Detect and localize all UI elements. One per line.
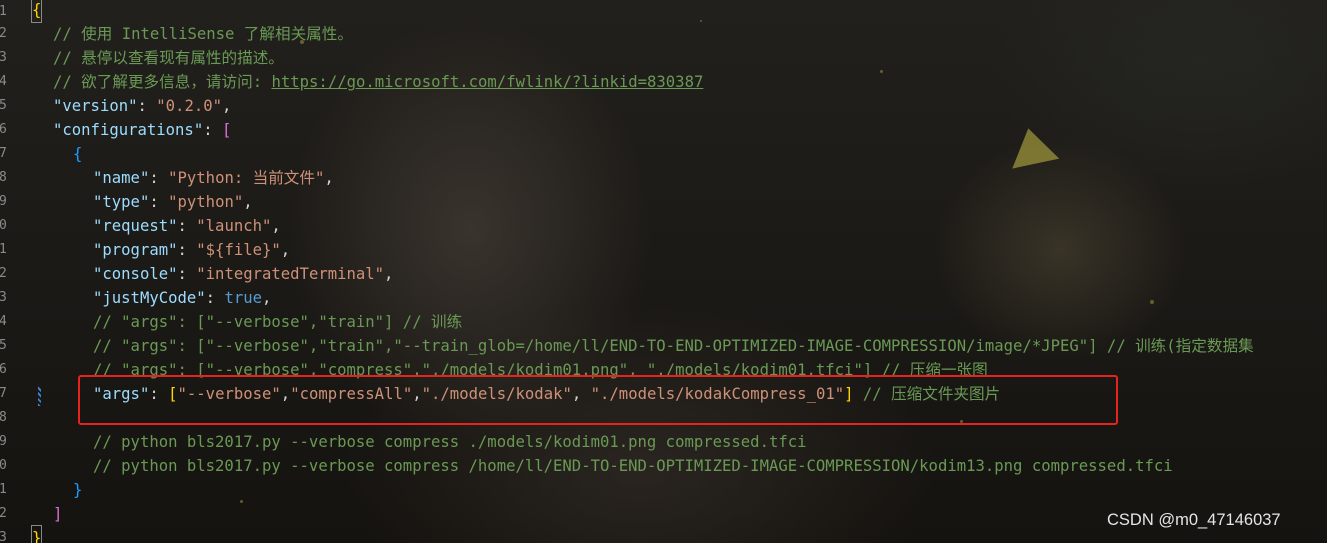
code-line-20[interactable]: // python bls2017.py --verbose compress … bbox=[93, 454, 1173, 478]
json-key: "justMyCode" bbox=[93, 289, 206, 307]
punctuation: , bbox=[280, 241, 291, 259]
comment: // 使用 IntelliSense 了解相关属性。 bbox=[53, 25, 353, 43]
json-key: "type" bbox=[93, 193, 150, 211]
code-line-6[interactable]: "configurations": [ bbox=[53, 118, 231, 142]
punctuation: , bbox=[222, 97, 232, 115]
code-editor[interactable]: 1 2 3 4 5 6 7 8 9 0 1 2 3 4 5 6 7 8 9 0 … bbox=[0, 0, 1327, 543]
comment: // "args": ["--verbose","train","--train… bbox=[93, 337, 1254, 355]
modified-line-indicator bbox=[38, 386, 41, 406]
punctuation: , bbox=[262, 289, 272, 307]
comment: // 欲了解更多信息，请访问: bbox=[53, 73, 272, 91]
line-number: 9 bbox=[0, 194, 7, 209]
json-key: "console" bbox=[93, 265, 178, 283]
line-number: 5 bbox=[0, 338, 7, 353]
json-string-value: "python" bbox=[168, 193, 244, 211]
line-number: 1 bbox=[0, 4, 7, 19]
punctuation: , bbox=[271, 217, 281, 235]
line-number: 3 bbox=[0, 50, 7, 65]
separator: : bbox=[205, 289, 225, 307]
line-number: 0 bbox=[0, 218, 7, 233]
line-number: 8 bbox=[0, 410, 7, 425]
open-brace: { bbox=[30, 0, 43, 23]
line-number: 9 bbox=[0, 434, 7, 449]
code-line-3[interactable]: // 悬停以查看现有属性的描述。 bbox=[53, 46, 284, 70]
code-line-19[interactable]: // python bls2017.py --verbose compress … bbox=[93, 430, 807, 454]
json-boolean-value: true bbox=[224, 289, 263, 307]
line-number: 1 bbox=[0, 242, 7, 257]
code-line-7[interactable]: { bbox=[73, 142, 82, 166]
code-line-2[interactable]: // 使用 IntelliSense 了解相关属性。 bbox=[53, 22, 353, 46]
crown-shape bbox=[1004, 123, 1060, 169]
separator: : bbox=[149, 169, 169, 187]
comment: // "args": ["--verbose","train"] // 训练 bbox=[93, 313, 463, 331]
json-key: "request" bbox=[93, 217, 178, 235]
json-string-value: "launch" bbox=[196, 217, 272, 235]
line-number: 7 bbox=[0, 146, 7, 161]
code-line-1[interactable]: { bbox=[30, 0, 43, 23]
code-line-9[interactable]: "type": "python", bbox=[93, 190, 253, 214]
line-number: 6 bbox=[0, 362, 7, 377]
code-line-23[interactable]: } bbox=[30, 525, 43, 543]
separator: : bbox=[177, 265, 197, 283]
separator: : bbox=[137, 97, 157, 115]
punctuation: , bbox=[384, 265, 394, 283]
highlight-box bbox=[78, 375, 1118, 425]
code-line-4[interactable]: // 欲了解更多信息，请访问: https://go.microsoft.com… bbox=[53, 70, 703, 94]
comment: // 悬停以查看现有属性的描述。 bbox=[53, 49, 284, 67]
separator: : bbox=[177, 217, 197, 235]
open-bracket: [ bbox=[222, 121, 232, 139]
line-number: 2 bbox=[0, 506, 7, 521]
code-line-10[interactable]: "request": "launch", bbox=[93, 214, 281, 238]
docs-link[interactable]: https://go.microsoft.com/fwlink/?linkid=… bbox=[271, 73, 703, 91]
code-line-8[interactable]: "name": "Python: 当前文件", bbox=[93, 166, 334, 190]
close-bracket: ] bbox=[53, 505, 63, 523]
json-string-value: "integratedTerminal" bbox=[196, 265, 385, 283]
line-number-gutter: 1 2 3 4 5 6 7 8 9 0 1 2 3 4 5 6 7 8 9 0 … bbox=[0, 0, 10, 543]
separator: : bbox=[177, 241, 197, 259]
code-line-12[interactable]: "console": "integratedTerminal", bbox=[93, 262, 393, 286]
json-key: "configurations" bbox=[53, 121, 204, 139]
line-number: 4 bbox=[0, 74, 7, 89]
code-line-22[interactable]: ] bbox=[53, 502, 62, 526]
line-number: 7 bbox=[0, 386, 7, 401]
line-number: 6 bbox=[0, 122, 7, 137]
line-number: 0 bbox=[0, 458, 7, 473]
json-string-value: "Python: 当前文件" bbox=[168, 169, 325, 187]
line-number: 3 bbox=[0, 530, 7, 543]
line-number: 8 bbox=[0, 170, 7, 185]
line-number: 3 bbox=[0, 290, 7, 305]
close-brace: } bbox=[30, 525, 43, 543]
close-brace: } bbox=[73, 481, 83, 499]
separator: : bbox=[203, 121, 222, 139]
code-line-15[interactable]: // "args": ["--verbose","train","--train… bbox=[93, 334, 1254, 358]
line-number: 4 bbox=[0, 314, 7, 329]
json-string-value: "${file}" bbox=[196, 241, 281, 259]
separator: : bbox=[149, 193, 169, 211]
json-key: "program" bbox=[93, 241, 178, 259]
comment: // python bls2017.py --verbose compress … bbox=[93, 457, 1173, 475]
line-number: 5 bbox=[0, 98, 7, 113]
json-key: "version" bbox=[53, 97, 138, 115]
line-number: 1 bbox=[0, 482, 7, 497]
json-string-value: "0.2.0" bbox=[156, 97, 222, 115]
watermark: CSDN @m0_47146037 bbox=[1107, 511, 1281, 529]
code-line-11[interactable]: "program": "${file}", bbox=[93, 238, 290, 262]
line-number: 2 bbox=[0, 266, 7, 281]
line-number: 2 bbox=[0, 26, 7, 41]
code-line-14[interactable]: // "args": ["--verbose","train"] // 训练 bbox=[93, 310, 462, 334]
code-line-13[interactable]: "justMyCode": true, bbox=[93, 286, 271, 310]
code-line-5[interactable]: "version": "0.2.0", bbox=[53, 94, 231, 118]
comment: // python bls2017.py --verbose compress … bbox=[93, 433, 807, 451]
punctuation: , bbox=[324, 169, 334, 187]
json-key: "name" bbox=[93, 169, 150, 187]
code-line-21[interactable]: } bbox=[73, 478, 82, 502]
open-brace: { bbox=[73, 145, 83, 163]
punctuation: , bbox=[243, 193, 253, 211]
